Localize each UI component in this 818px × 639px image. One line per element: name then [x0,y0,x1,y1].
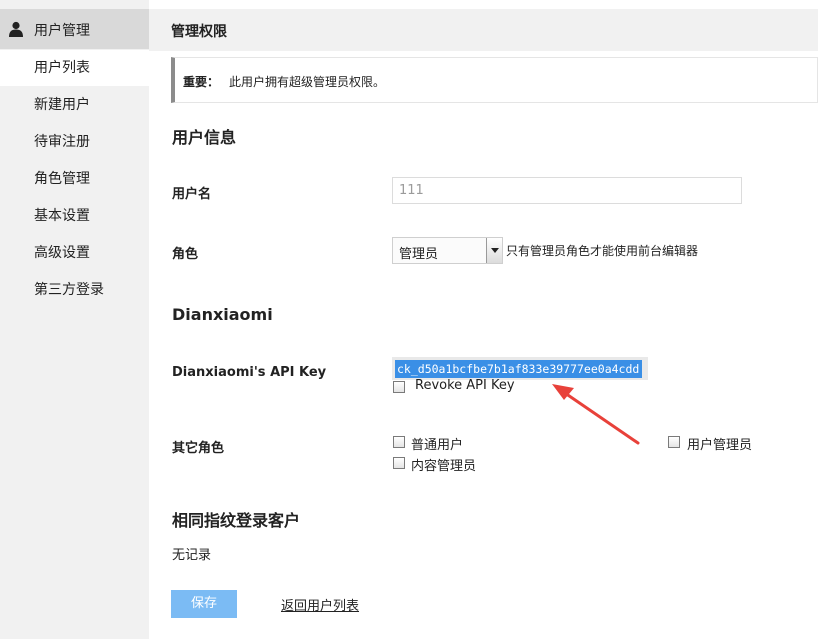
role-option-content-admin: 内容管理员 [411,459,477,474]
chevron-down-icon[interactable] [486,238,502,263]
role-option-regular-user: 普通用户 [411,438,464,453]
back-to-user-list-link[interactable]: 返回用户列表 [281,595,359,614]
role-checkbox-regular-user[interactable] [393,436,405,448]
role-checkbox-user-admin[interactable] [668,436,680,448]
main-header: 管理权限 [149,9,818,51]
role-select[interactable]: 管理员 [392,237,503,264]
save-button[interactable]: 保存 [171,590,237,618]
notice-strong: 重要： [183,75,220,89]
notice-message: 此用户拥有超级管理员权限。 [229,75,386,89]
section-title-user-info: 用户信息 [172,128,237,147]
sidebar-header-user-management[interactable]: 用户管理 [0,9,149,49]
section-title-dianxiaomi: Dianxiaomi [172,305,273,324]
user-icon [9,21,23,37]
sidebar-header-label: 用户管理 [34,23,90,39]
role-select-value: 管理员 [399,247,439,262]
sidebar-item-new-user[interactable]: 新建用户 [0,87,149,123]
username-label: 用户名 [172,187,212,202]
sidebar-item-pending-registration[interactable]: 待审注册 [0,124,149,160]
sidebar-item-third-party-login[interactable]: 第三方登录 [0,272,149,308]
section-title-fingerprint: 相同指纹登录客户 [172,511,301,530]
page-title: 管理权限 [171,24,227,40]
role-option-user-admin: 用户管理员 [687,438,753,453]
sidebar-item-basic-settings[interactable]: 基本设置 [0,198,149,234]
revoke-api-key-label: Revoke API Key [415,378,515,393]
revoke-api-key-checkbox[interactable] [393,381,405,393]
role-checkbox-content-admin[interactable] [393,457,405,469]
api-key-label: Dianxiaomi's API Key [172,365,327,380]
sidebar-item-user-list[interactable]: 用户列表 [0,50,149,86]
annotation-arrow-icon [552,384,640,445]
notice-banner: 重要： 此用户拥有超级管理员权限。 [171,57,818,103]
fingerprint-empty-text: 无记录 [172,548,212,563]
username-field[interactable]: 111 [392,177,742,204]
sidebar-item-advanced-settings[interactable]: 高级设置 [0,235,149,271]
sidebar: 用户管理 用户列表 新建用户 待审注册 角色管理 基本设置 高级设置 第三方登录 [0,0,149,639]
sidebar-item-role-management[interactable]: 角色管理 [0,161,149,197]
role-label: 角色 [172,247,199,262]
role-hint: 只有管理员角色才能使用前台编辑器 [506,244,699,258]
other-roles-label: 其它角色 [172,441,225,456]
